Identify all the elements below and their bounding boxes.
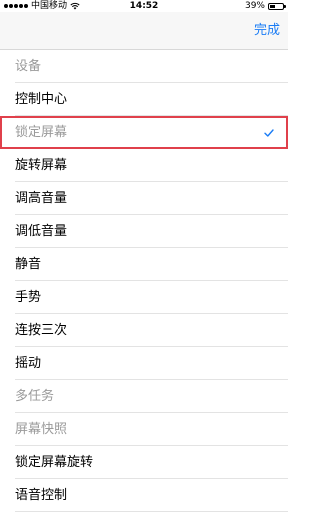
done-button[interactable]: 完成 bbox=[254, 12, 280, 49]
list-item[interactable]: 调低音量 bbox=[0, 215, 288, 248]
list-item-label: 屏幕快照 bbox=[15, 422, 68, 437]
list-item-label: 多任务 bbox=[15, 389, 55, 404]
list-item-label: 连按三次 bbox=[15, 323, 68, 338]
action-list: 设备控制中心锁定屏幕旋转屏幕调高音量调低音量静音手势连按三次摇动多任务屏幕快照锁… bbox=[0, 50, 288, 512]
list-item-label: 控制中心 bbox=[15, 92, 68, 107]
list-item[interactable]: 静音 bbox=[0, 248, 288, 281]
list-item-label: 设备 bbox=[15, 59, 42, 74]
list-item: 屏幕快照 bbox=[0, 413, 288, 446]
battery-percent: 39% bbox=[244, 1, 265, 11]
navigation-bar: 完成 bbox=[0, 12, 288, 50]
list-item[interactable]: 连按三次 bbox=[0, 314, 288, 347]
list-item-label: 调低音量 bbox=[15, 224, 68, 239]
list-item: 设备 bbox=[0, 50, 288, 83]
list-item-label: 语音控制 bbox=[15, 488, 68, 503]
status-bar: 中国移动 14:52 39% bbox=[0, 0, 288, 12]
list-item-label: 静音 bbox=[15, 257, 42, 272]
list-item-label: 调高音量 bbox=[15, 191, 68, 206]
status-right: 39% bbox=[244, 0, 286, 12]
list-item[interactable]: 语音控制 bbox=[0, 479, 288, 512]
battery-icon bbox=[268, 2, 286, 10]
list-item[interactable]: 摇动 bbox=[0, 347, 288, 380]
battery-level bbox=[270, 4, 275, 8]
list-item[interactable]: 锁定屏幕 bbox=[0, 116, 288, 149]
list-item[interactable]: 旋转屏幕 bbox=[0, 149, 288, 182]
checkmark-icon bbox=[264, 116, 274, 149]
list-item[interactable]: 控制中心 bbox=[0, 83, 288, 116]
list-item-label: 摇动 bbox=[15, 356, 42, 371]
list-item[interactable]: 调高音量 bbox=[0, 182, 288, 215]
list-item-label: 手势 bbox=[15, 290, 42, 305]
list-item[interactable]: 锁定屏幕旋转 bbox=[0, 446, 288, 479]
list-item[interactable]: 手势 bbox=[0, 281, 288, 314]
list-item-label: 锁定屏幕 bbox=[15, 125, 68, 140]
list-item-label: 锁定屏幕旋转 bbox=[15, 455, 94, 470]
list-item-label: 旋转屏幕 bbox=[15, 158, 68, 173]
list-item: 多任务 bbox=[0, 380, 288, 413]
